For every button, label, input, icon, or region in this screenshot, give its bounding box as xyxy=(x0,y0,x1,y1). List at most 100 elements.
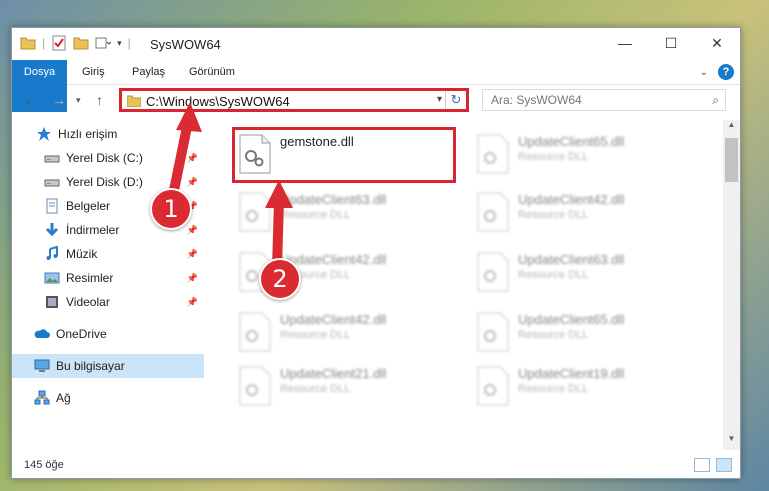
toolbar-divider: | xyxy=(42,36,46,50)
explorer-window: | ▾ | SysWOW64 — ☐ ✕ Dosya Giriş Paylaş … xyxy=(11,27,741,479)
close-button[interactable]: ✕ xyxy=(694,28,740,58)
file-item[interactable]: UpdateClient65.dll Resource DLL xyxy=(470,128,700,180)
dll-file-icon xyxy=(238,366,272,406)
ribbon-tabs: Dosya Giriş Paylaş Görünüm ⌄ ? xyxy=(12,60,740,112)
sidebar-item-label: Yerel Disk (D:) xyxy=(66,175,143,189)
search-input[interactable] xyxy=(489,92,693,108)
cloud-icon xyxy=(34,326,50,342)
file-item[interactable]: UpdateClient42.dll Resource DLL xyxy=(470,186,700,238)
file-name: UpdateClient65.dll xyxy=(518,134,625,149)
file-name: UpdateClient21.dll xyxy=(280,366,387,381)
quick-access-toolbar: | ▾ | xyxy=(20,35,131,51)
file-name: UpdateClient42.dll xyxy=(518,192,625,207)
expand-ribbon-icon[interactable]: ⌄ xyxy=(700,67,708,78)
dll-file-icon xyxy=(238,312,272,352)
new-folder-icon[interactable] xyxy=(73,35,89,51)
download-icon xyxy=(44,222,60,238)
status-bar: 145 öğe xyxy=(12,454,740,478)
sidebar-item-label: Resimler xyxy=(66,271,114,285)
toolbar-divider: | xyxy=(127,36,131,50)
scroll-thumb[interactable] xyxy=(725,138,738,182)
sidebar-item-label: Belgeler xyxy=(66,199,111,213)
file-item[interactable]: UpdateClient65.dll Resource DLL xyxy=(470,306,700,358)
details-view-icon[interactable] xyxy=(694,458,710,472)
file-item[interactable]: UpdateClient42.dll Resource DLL xyxy=(232,306,462,358)
file-type: Resource DLL xyxy=(280,329,351,341)
drive-icon xyxy=(44,174,60,190)
refresh-icon[interactable]: ↻ xyxy=(445,91,466,109)
sidebar-item-onedrive[interactable]: OneDrive xyxy=(12,322,204,346)
tab-share[interactable]: Paylaş xyxy=(132,60,165,84)
drive-icon xyxy=(44,150,60,166)
sidebar-item-label: OneDrive xyxy=(56,327,107,341)
view-switcher xyxy=(694,458,732,472)
file-type: Resource DLL xyxy=(518,329,589,341)
search-box[interactable]: ⌕ xyxy=(482,89,726,111)
sidebar-item-label: Bu bilgisayar xyxy=(56,359,125,373)
pin-icon[interactable]: 📌 xyxy=(187,273,198,284)
folder-icon[interactable] xyxy=(20,35,36,51)
item-count: 145 öğe xyxy=(24,459,64,471)
properties-icon[interactable] xyxy=(51,35,67,51)
file-item[interactable]: UpdateClient63.dll Resource DLL xyxy=(470,246,700,298)
sidebar-item-videos[interactable]: Videolar 📌 xyxy=(12,290,204,314)
sidebar-item-network[interactable]: Ağ xyxy=(12,386,204,410)
file-type: Resource DLL xyxy=(518,269,589,281)
recent-locations-icon[interactable]: ▾ xyxy=(76,95,81,106)
tab-view[interactable]: Görünüm xyxy=(189,60,235,84)
back-arrow-icon[interactable]: ← xyxy=(24,92,38,108)
window-title: SysWOW64 xyxy=(150,37,221,52)
documents-icon xyxy=(44,198,60,214)
file-item[interactable]: UpdateClient19.dll Resource DLL xyxy=(470,360,700,412)
dll-file-icon xyxy=(476,192,510,232)
step-badge-2: 2 xyxy=(259,258,301,300)
window-controls: — ☐ ✕ xyxy=(602,28,740,58)
file-type: Resource DLL xyxy=(280,383,351,395)
file-type: Resource DLL xyxy=(518,383,589,395)
dll-file-icon xyxy=(476,134,510,174)
file-type: Resource DLL xyxy=(518,209,589,221)
title-bar: | ▾ | SysWOW64 — ☐ ✕ xyxy=(12,28,740,60)
folder-icon xyxy=(126,95,142,110)
sidebar-item-label: Hızlı erişim xyxy=(58,127,118,141)
star-icon xyxy=(36,126,52,142)
navigation-bar: ← → ▾ ↑ C:\Windows\SysWOW64 ▾ ↻ ⌕ xyxy=(12,86,740,116)
file-name: UpdateClient42.dll xyxy=(280,312,387,327)
maximize-button[interactable]: ☐ xyxy=(648,28,694,58)
customize-toolbar-icon[interactable] xyxy=(95,35,112,51)
sidebar-item-pictures[interactable]: Resimler 📌 xyxy=(12,266,204,290)
file-highlight-box xyxy=(232,127,456,183)
dropdown-icon[interactable]: ▾ xyxy=(117,38,122,49)
dll-file-icon xyxy=(476,366,510,406)
sidebar-item-music[interactable]: Müzik 📌 xyxy=(12,242,204,266)
network-icon xyxy=(34,390,50,406)
dll-file-icon xyxy=(476,252,510,292)
videos-icon xyxy=(44,294,60,310)
dll-file-icon xyxy=(476,312,510,352)
sidebar-item-label: Müzik xyxy=(66,247,98,261)
pin-icon[interactable]: 📌 xyxy=(187,249,198,260)
sidebar-item-label: Ağ xyxy=(56,391,71,405)
scroll-up-icon[interactable]: ▲ xyxy=(723,120,740,136)
tab-home[interactable]: Giriş xyxy=(82,60,105,84)
file-name: UpdateClient63.dll xyxy=(518,252,625,267)
up-arrow-icon[interactable]: ↑ xyxy=(96,92,103,108)
forward-arrow-icon[interactable]: → xyxy=(52,92,66,108)
minimize-button[interactable]: — xyxy=(602,28,648,58)
chevron-down-icon[interactable]: ▾ xyxy=(437,94,442,105)
computer-icon xyxy=(34,358,50,374)
pin-icon[interactable]: 📌 xyxy=(187,297,198,308)
sidebar-item-label: İndirmeler xyxy=(66,223,120,237)
pictures-icon xyxy=(44,270,60,286)
sidebar-item-this-pc[interactable]: Bu bilgisayar xyxy=(12,354,204,378)
file-name: UpdateClient19.dll xyxy=(518,366,625,381)
large-icons-view-icon[interactable] xyxy=(716,458,732,472)
vertical-scrollbar[interactable]: ▲ ▼ xyxy=(723,120,740,450)
help-icon[interactable]: ? xyxy=(718,64,734,80)
step-badge-1: 1 xyxy=(150,188,192,230)
pin-icon[interactable]: 📌 xyxy=(187,225,198,236)
file-item[interactable]: UpdateClient21.dll Resource DLL xyxy=(232,360,462,412)
scroll-down-icon[interactable]: ▼ xyxy=(723,434,740,450)
ribbon-right: ⌄ ? xyxy=(700,64,734,80)
search-icon[interactable]: ⌕ xyxy=(712,93,719,108)
